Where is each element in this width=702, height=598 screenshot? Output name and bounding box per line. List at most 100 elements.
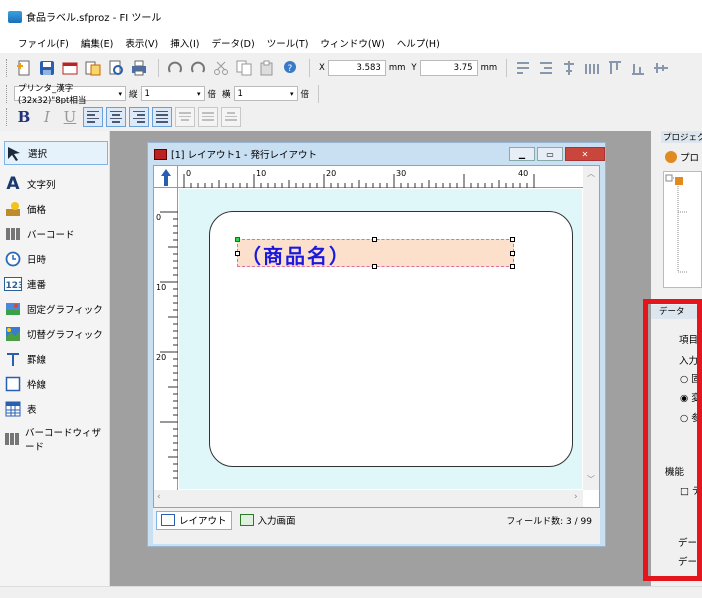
copy-layout-icon[interactable] [83, 58, 103, 78]
layout-canvas[interactable]: （商品名） [179, 189, 582, 489]
resize-handle[interactable] [235, 251, 240, 256]
toolbar-grip[interactable] [6, 107, 9, 126]
menu-tools[interactable]: ツール(T) [261, 36, 315, 50]
tool-select[interactable]: 選択 [4, 141, 108, 165]
align-middle-icon[interactable] [651, 58, 671, 78]
toolbar-grip[interactable] [6, 84, 9, 103]
tool-text[interactable]: A 文字列 [4, 172, 108, 196]
bold-icon[interactable]: B [14, 107, 34, 127]
menu-insert[interactable]: 挿入(I) [164, 36, 205, 50]
cut-icon[interactable] [211, 58, 231, 78]
tool-barcode[interactable]: バーコード [4, 222, 108, 246]
align-top-icon[interactable] [513, 58, 533, 78]
redo-icon[interactable] [188, 58, 208, 78]
resize-handle[interactable] [372, 237, 377, 242]
tool-frame[interactable]: 枠線 [4, 372, 108, 396]
tool-sequence[interactable]: 123 連番 [4, 272, 108, 296]
status-bar [0, 586, 702, 598]
ruler-top-tick-label: 30 [396, 169, 407, 178]
minimize-icon[interactable]: ▁ [509, 147, 535, 161]
tool-label: 表 [27, 405, 37, 416]
tool-table[interactable]: 表 [4, 397, 108, 421]
align-bottom-text-icon[interactable] [221, 106, 241, 127]
tool-label: 固定グラフィック [27, 305, 103, 316]
resize-handle[interactable] [372, 264, 377, 269]
project-root-item[interactable]: プロ [665, 150, 699, 164]
project-tree[interactable] [663, 171, 702, 288]
layout-window-titlebar[interactable]: [1] レイアウト1 - 発行レイアウト ▁ ▭ ✕ [148, 143, 605, 165]
distribute-text-icon[interactable] [175, 106, 195, 127]
tab-input-screen[interactable]: 入力画面 [236, 511, 300, 530]
menu-view[interactable]: 表示(V) [119, 36, 164, 50]
format-toolbar: B I U [0, 104, 702, 129]
main-toolbar: ? X 3.583 mm Y 3.75 mm [0, 53, 702, 83]
vertical-scrollbar[interactable]: ︿ ﹀ [583, 166, 599, 490]
product-name-field[interactable]: （商品名） [235, 237, 515, 269]
input-screen-tab-icon [239, 514, 254, 526]
menu-data[interactable]: データ(D) [205, 36, 260, 50]
project-panel-header: プロジェクト [661, 131, 702, 143]
maximize-icon[interactable]: ▭ [537, 147, 563, 161]
align-right-icon[interactable] [129, 106, 149, 127]
print-icon[interactable] [129, 58, 149, 78]
toolbar-grip[interactable] [6, 59, 9, 77]
italic-icon[interactable]: I [37, 107, 57, 127]
help-icon[interactable]: ? [280, 58, 300, 78]
chevron-down-icon: ▾ [197, 89, 201, 98]
y-coord-input[interactable]: 3.75 [419, 60, 478, 76]
frame-icon [4, 375, 22, 393]
tool-barcode-wizard[interactable]: バーコードウィザード [4, 427, 108, 453]
scroll-up-icon[interactable]: ︿ [587, 168, 595, 179]
tool-switch-graphic[interactable]: 切替グラフィック [4, 322, 108, 346]
align-center-icon[interactable] [559, 58, 579, 78]
new-file-icon[interactable] [14, 58, 34, 78]
x-unit-label: mm [388, 63, 406, 73]
font-select[interactable]: プリンタ_漢字(32x32)"8pt相当 ▾ [14, 84, 126, 106]
tab-input-screen-label: 入力画面 [257, 516, 296, 527]
scroll-left-icon[interactable]: ‹ [157, 492, 161, 502]
menu-window[interactable]: ウィンドウ(W) [314, 36, 390, 50]
product-name-text: （商品名） [241, 244, 351, 268]
copy-icon[interactable] [234, 58, 254, 78]
underline-icon[interactable]: U [60, 107, 80, 127]
layout-window: [1] レイアウト1 - 発行レイアウト ▁ ▭ ✕ 0 10 20 30 40… [147, 142, 606, 547]
tool-fixed-graphic[interactable]: 固定グラフィック [4, 297, 108, 321]
close-icon[interactable]: ✕ [565, 147, 605, 161]
align-left-edge-icon[interactable] [605, 58, 625, 78]
tool-label: バーコードウィザード [25, 428, 102, 453]
distribute-equal-icon[interactable] [198, 106, 218, 127]
anchor-handle[interactable] [235, 237, 240, 242]
resize-handle[interactable] [510, 264, 515, 269]
project-gear-icon [665, 151, 677, 163]
distribute-icon[interactable] [582, 58, 602, 78]
scroll-down-icon[interactable]: ﹀ [587, 474, 595, 485]
ruler-corner [154, 166, 178, 188]
scroll-right-icon[interactable]: › [574, 492, 578, 502]
align-right-edge-icon[interactable] [628, 58, 648, 78]
align-left-icon[interactable] [83, 106, 103, 127]
align-center-text-icon[interactable] [106, 106, 126, 127]
resize-handle[interactable] [510, 251, 515, 256]
save-icon[interactable] [37, 58, 57, 78]
font-toolbar: プリンタ_漢字(32x32)"8pt相当 ▾ 縦 1 ▾ 倍 横 1 ▾ 倍 [0, 83, 702, 106]
justify-icon[interactable] [152, 106, 172, 127]
tab-layout[interactable]: レイアウト [156, 510, 232, 530]
x-coord-input[interactable]: 3.583 [327, 60, 386, 76]
toolbar-separator [318, 84, 320, 103]
resize-handle[interactable] [510, 237, 515, 242]
paste-icon[interactable] [257, 58, 277, 78]
tate-scale-select[interactable]: 1 ▾ [140, 86, 205, 101]
undo-icon[interactable] [165, 58, 185, 78]
layout-icon[interactable] [60, 58, 80, 78]
menu-help[interactable]: ヘルプ(H) [391, 36, 446, 50]
tool-price[interactable]: 価格 [4, 197, 108, 221]
menu-edit[interactable]: 編集(E) [75, 36, 119, 50]
ruler-top-tick-label: 40 [518, 169, 529, 178]
tool-datetime[interactable]: 日時 [4, 247, 108, 271]
tool-rule-line[interactable]: 罫線 [4, 347, 108, 371]
menu-file[interactable]: ファイル(F) [12, 36, 75, 50]
print-preview-icon[interactable] [106, 58, 126, 78]
align-bottom-icon[interactable] [536, 58, 556, 78]
horizontal-scrollbar[interactable]: ‹ › [154, 490, 583, 507]
yoko-scale-select[interactable]: 1 ▾ [233, 86, 298, 101]
